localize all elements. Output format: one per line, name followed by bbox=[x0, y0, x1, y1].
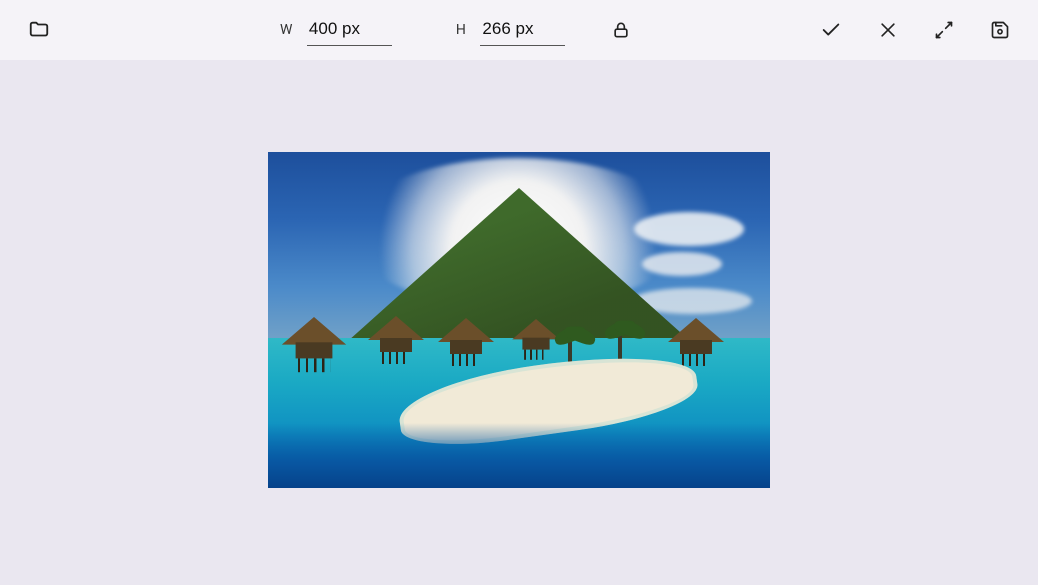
image-preview[interactable] bbox=[268, 152, 770, 488]
rotate-icon[interactable] bbox=[934, 20, 954, 40]
width-input[interactable] bbox=[307, 15, 392, 46]
height-label: H bbox=[456, 22, 467, 38]
dimensions-group: W H bbox=[280, 15, 631, 46]
width-label: W bbox=[280, 22, 293, 38]
canvas-area bbox=[0, 60, 1038, 585]
folder-icon[interactable] bbox=[28, 19, 50, 41]
close-icon[interactable] bbox=[878, 20, 898, 40]
check-icon[interactable] bbox=[820, 19, 842, 41]
toolbar: W H bbox=[0, 0, 1038, 60]
height-input[interactable] bbox=[480, 15, 565, 46]
save-icon[interactable] bbox=[990, 20, 1010, 40]
toolbar-left bbox=[28, 19, 50, 41]
toolbar-actions bbox=[820, 19, 1010, 41]
lock-icon[interactable] bbox=[611, 20, 631, 40]
